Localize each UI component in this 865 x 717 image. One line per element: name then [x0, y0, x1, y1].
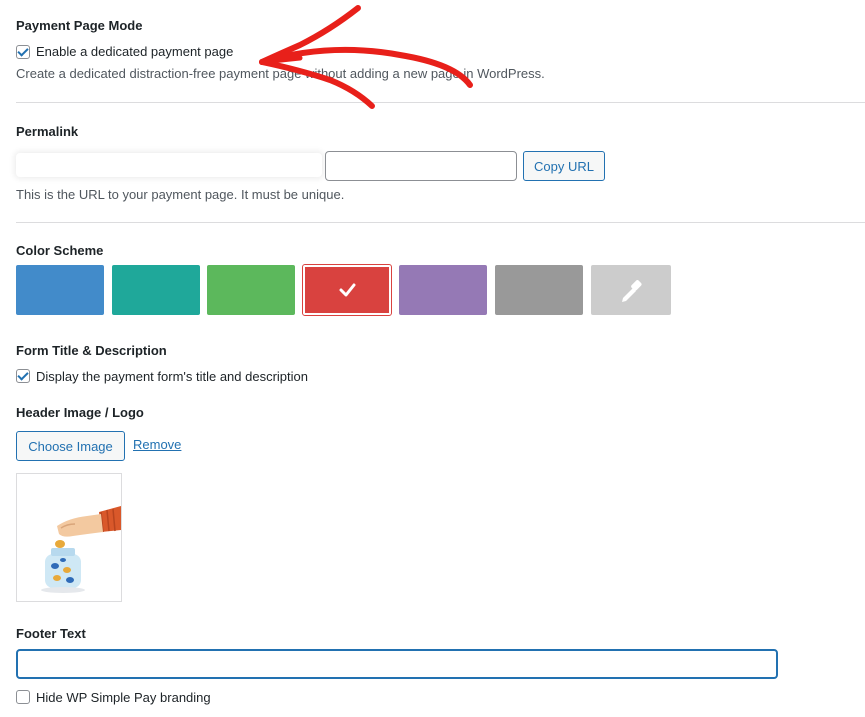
permalink-heading: Permalink [16, 124, 79, 139]
permalink-slug-input[interactable] [325, 151, 517, 181]
checkmark-icon [339, 283, 356, 297]
color-scheme-heading: Color Scheme [16, 243, 104, 258]
section-divider [16, 222, 865, 223]
permalink-base-url [16, 153, 322, 177]
eyedropper-icon [622, 280, 642, 302]
annotation-arrow [259, 5, 473, 109]
header-image-heading: Header Image / Logo [16, 405, 144, 420]
color-swatch[interactable] [399, 265, 487, 315]
payment-mode-description: Create a dedicated distraction-free paym… [16, 66, 545, 81]
enable-payment-page-label[interactable]: Enable a dedicated payment page [36, 44, 233, 59]
color-swatch[interactable] [591, 265, 671, 315]
section-divider [16, 102, 865, 103]
color-swatch[interactable] [207, 265, 295, 315]
permalink-description: This is the URL to your payment page. It… [16, 187, 345, 202]
color-swatch[interactable] [112, 265, 200, 315]
color-swatch[interactable] [16, 265, 104, 315]
display-title-label[interactable]: Display the payment form's title and des… [36, 369, 308, 384]
form-title-heading: Form Title & Description [16, 343, 167, 358]
display-title-checkbox[interactable] [16, 369, 30, 383]
header-image-preview [16, 473, 122, 602]
color-swatch[interactable] [495, 265, 583, 315]
hide-branding-label[interactable]: Hide WP Simple Pay branding [36, 690, 211, 705]
footer-text-heading: Footer Text [16, 626, 86, 641]
copy-url-button[interactable]: Copy URL [523, 151, 605, 181]
hide-branding-checkbox[interactable] [16, 690, 30, 704]
color-swatch[interactable] [302, 264, 392, 316]
coin-jar-illustration [41, 506, 121, 593]
choose-image-button[interactable]: Choose Image [16, 431, 125, 461]
enable-payment-page-checkbox[interactable] [16, 45, 30, 59]
payment-mode-heading: Payment Page Mode [16, 18, 143, 33]
remove-image-link[interactable]: Remove [133, 437, 181, 452]
footer-text-input[interactable] [16, 649, 778, 679]
